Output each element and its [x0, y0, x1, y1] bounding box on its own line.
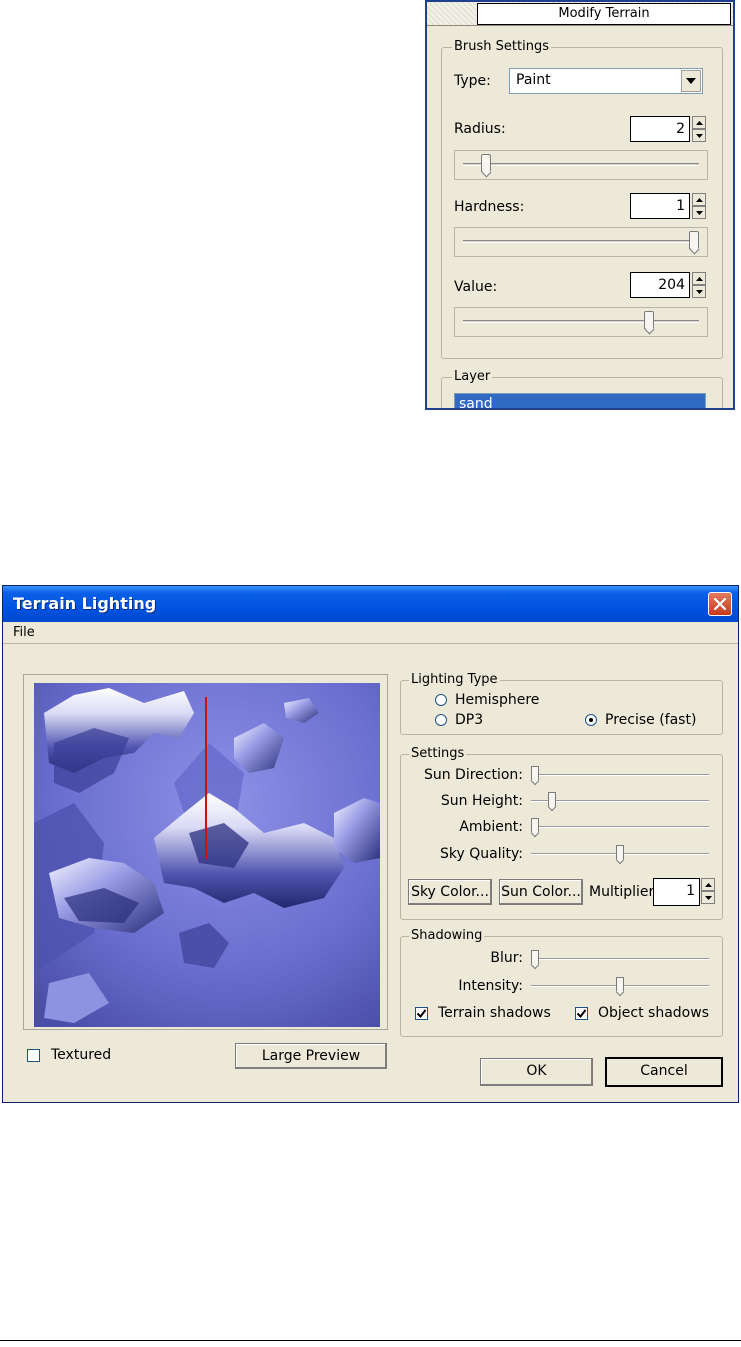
multiplier-spinner[interactable] [701, 878, 715, 904]
large-preview-button[interactable]: Large Preview [235, 1043, 387, 1069]
shadowing-legend: Shadowing [409, 928, 485, 944]
panel-title: Modify Terrain [477, 3, 731, 25]
blur-slider[interactable] [531, 958, 709, 960]
sun-direction-label: Sun Direction: [423, 767, 523, 783]
precise-fast-label: Precise (fast) [605, 712, 697, 728]
spin-down-icon[interactable] [692, 285, 706, 298]
ok-button[interactable]: OK [480, 1058, 593, 1086]
close-button[interactable] [708, 592, 732, 616]
hardness-input[interactable]: 1 [630, 193, 690, 219]
slider-thumb[interactable] [531, 818, 539, 833]
terrain-lighting-dialog: Terrain Lighting File Textured Large Pre… [2, 585, 739, 1103]
radius-spinner[interactable] [692, 116, 706, 142]
lighting-type-legend: Lighting Type [409, 672, 500, 688]
multiplier-input[interactable]: 1 [653, 878, 700, 906]
modify-terrain-panel: Modify Terrain Brush Settings Type: Pain… [425, 0, 735, 410]
checkmark-icon [416, 1009, 427, 1019]
textured-label: Textured [51, 1047, 112, 1063]
value-slider[interactable] [454, 307, 708, 337]
object-shadows-label: Object shadows [598, 1005, 709, 1021]
sun-direction-slider[interactable] [531, 774, 709, 776]
spin-up-icon[interactable] [692, 193, 706, 206]
value-input[interactable]: 204 [630, 272, 690, 298]
radio-dp3[interactable] [435, 714, 447, 726]
spin-up-icon[interactable] [701, 878, 715, 891]
hardness-spinner[interactable] [692, 193, 706, 219]
object-shadows-checkbox[interactable] [575, 1007, 588, 1020]
slider-thumb[interactable] [531, 766, 539, 781]
value-spinner[interactable] [692, 272, 706, 298]
window-title: Terrain Lighting [13, 594, 157, 613]
radius-input[interactable]: 2 [630, 116, 690, 142]
multiplier-label: Multiplier: [589, 884, 659, 900]
slider-track [463, 240, 699, 243]
terrain-shadows-label: Terrain shadows [438, 1005, 551, 1021]
dp3-label: DP3 [455, 712, 484, 728]
ambient-slider[interactable] [531, 826, 709, 828]
hemisphere-label: Hemisphere [455, 692, 540, 708]
slider-track [463, 163, 699, 166]
radius-label: Radius: [454, 121, 506, 137]
layer-list[interactable]: sand [454, 393, 706, 408]
list-item[interactable]: sand [455, 394, 705, 408]
spin-down-icon[interactable] [701, 891, 715, 904]
sky-color-button[interactable]: Sky Color... [408, 879, 492, 905]
chevron-down-icon[interactable] [681, 70, 701, 92]
close-icon [714, 598, 726, 610]
sun-height-label: Sun Height: [440, 793, 523, 809]
title-bar: Terrain Lighting [3, 586, 738, 622]
spin-down-icon[interactable] [692, 206, 706, 219]
type-dropdown-value: Paint [516, 72, 551, 88]
radio-hemisphere[interactable] [435, 694, 447, 706]
slider-thumb[interactable] [548, 792, 556, 807]
value-label: Value: [454, 279, 498, 295]
blur-label: Blur: [490, 950, 523, 966]
sun-color-button[interactable]: Sun Color... [499, 879, 583, 905]
menu-bar: File [3, 622, 738, 644]
spin-up-icon[interactable] [692, 116, 706, 129]
sky-quality-label: Sky Quality: [440, 846, 523, 862]
sun-height-slider[interactable] [531, 800, 709, 802]
radio-precise-fast[interactable] [585, 714, 597, 726]
slider-thumb[interactable] [531, 950, 539, 965]
brush-settings-legend: Brush Settings [452, 39, 551, 55]
hardness-label: Hardness: [454, 199, 525, 215]
checkmark-icon [576, 1009, 587, 1019]
menu-item-file[interactable]: File [13, 625, 35, 640]
slider-thumb[interactable] [616, 845, 624, 860]
settings-legend: Settings [409, 746, 467, 762]
radius-slider[interactable] [454, 150, 708, 180]
slider-thumb[interactable] [481, 154, 492, 172]
terrain-preview-image [34, 683, 380, 1027]
panel-header: Modify Terrain [427, 2, 733, 26]
spin-down-icon[interactable] [692, 129, 706, 142]
slider-thumb[interactable] [643, 311, 654, 329]
terrain-shadows-checkbox[interactable] [415, 1007, 428, 1020]
slider-track [463, 320, 699, 323]
layer-legend: Layer [452, 369, 493, 385]
ambient-label: Ambient: [459, 819, 523, 835]
textured-checkbox[interactable] [27, 1049, 40, 1062]
type-dropdown[interactable]: Paint [509, 68, 703, 94]
hardness-slider[interactable] [454, 227, 708, 257]
type-label: Type: [454, 73, 491, 89]
spin-up-icon[interactable] [692, 272, 706, 285]
intensity-label: Intensity: [458, 978, 523, 994]
page-rule [0, 1340, 741, 1341]
slider-thumb[interactable] [689, 231, 699, 249]
slider-thumb[interactable] [616, 977, 624, 992]
cancel-button[interactable]: Cancel [605, 1057, 723, 1087]
